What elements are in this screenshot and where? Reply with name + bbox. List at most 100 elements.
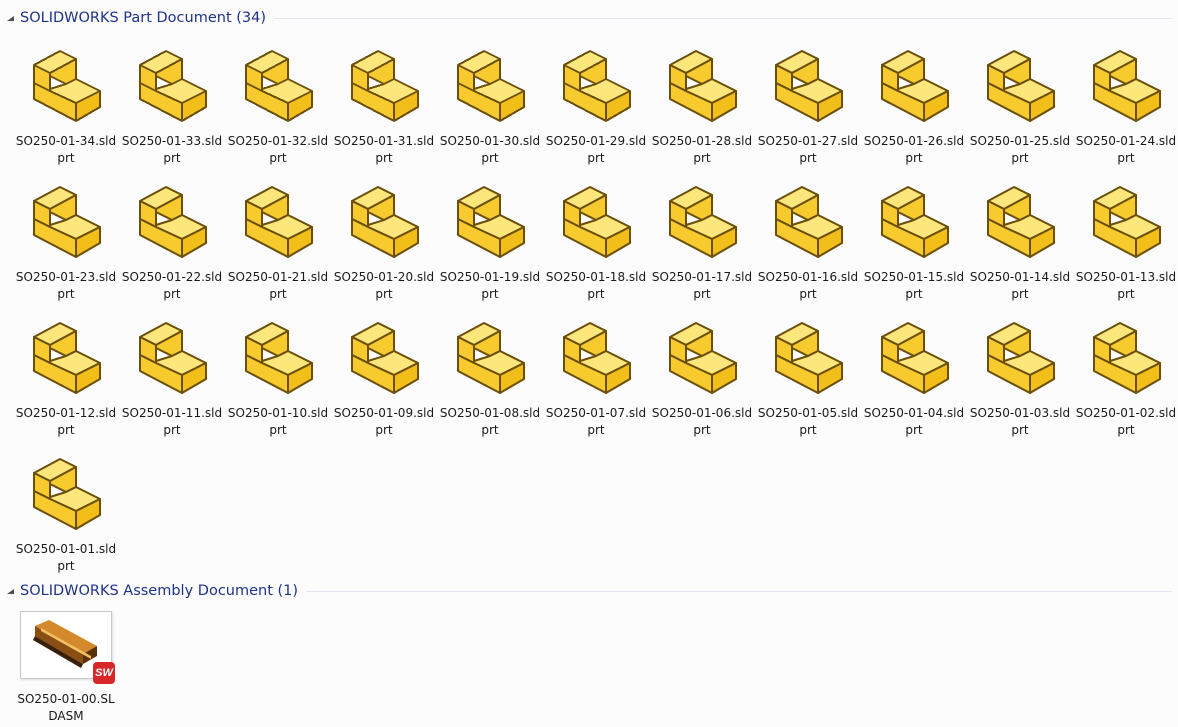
file-item-part[interactable]: SO250-01-03.sldprt: [967, 307, 1073, 443]
collapse-chevron-icon[interactable]: [6, 14, 15, 23]
group-divider: [306, 590, 1172, 592]
file-name-label: SO250-01-30.sldprt: [439, 134, 541, 165]
part-file-icon: [972, 308, 1068, 404]
assembly-file-icon: SW: [18, 597, 115, 693]
collapse-chevron-icon[interactable]: [6, 587, 15, 596]
group-divider: [274, 17, 1172, 19]
file-name-label: SO250-01-32.sldprt: [227, 134, 329, 165]
part-file-icon: [336, 36, 432, 132]
file-item-part[interactable]: SO250-01-13.sldprt: [1073, 171, 1178, 307]
file-item-part[interactable]: SO250-01-07.sldprt: [543, 307, 649, 443]
file-name-label: SO250-01-03.sldprt: [969, 406, 1071, 437]
file-item-part[interactable]: SO250-01-23.sldprt: [13, 171, 119, 307]
assembly-thumbnail: SW: [20, 611, 115, 684]
group-title: SOLIDWORKS Part Document (34): [20, 10, 267, 26]
file-name-label: SO250-01-17.sldprt: [651, 270, 753, 301]
part-file-icon: [866, 308, 962, 404]
file-item-part[interactable]: SO250-01-06.sldprt: [649, 307, 755, 443]
part-file-icon: [18, 36, 114, 132]
file-item-part[interactable]: SO250-01-17.sldprt: [649, 171, 755, 307]
file-item-assembly[interactable]: SW SO250-01-00.SLDASM: [13, 596, 119, 727]
file-name-label: SO250-01-29.sldprt: [545, 134, 647, 165]
file-name-label: SO250-01-13.sldprt: [1075, 270, 1177, 301]
part-file-icon: [760, 308, 856, 404]
file-name-label: SO250-01-27.sldprt: [757, 134, 859, 165]
file-item-part[interactable]: SO250-01-21.sldprt: [225, 171, 331, 307]
part-file-icon: [18, 444, 114, 540]
file-item-part[interactable]: SO250-01-11.sldprt: [119, 307, 225, 443]
file-item-part[interactable]: SO250-01-20.sldprt: [331, 171, 437, 307]
file-item-part[interactable]: SO250-01-02.sldprt: [1073, 307, 1178, 443]
file-name-label: SO250-01-11.sldprt: [121, 406, 223, 437]
part-file-icon: [760, 172, 856, 268]
file-name-label: SO250-01-14.sldprt: [969, 270, 1071, 301]
file-item-part[interactable]: SO250-01-31.sldprt: [331, 35, 437, 171]
file-item-part[interactable]: SO250-01-04.sldprt: [861, 307, 967, 443]
file-item-part[interactable]: SO250-01-10.sldprt: [225, 307, 331, 443]
file-item-part[interactable]: SO250-01-22.sldprt: [119, 171, 225, 307]
file-name-label: SO250-01-10.sldprt: [227, 406, 329, 437]
part-file-icon: [1078, 36, 1174, 132]
file-item-part[interactable]: SO250-01-18.sldprt: [543, 171, 649, 307]
file-grid-parts: SO250-01-34.sldprt SO250-01-33.sldprt SO25…: [13, 35, 1178, 579]
part-file-icon: [548, 308, 644, 404]
file-name-label: SO250-01-24.sldprt: [1075, 134, 1177, 165]
file-item-part[interactable]: SO250-01-19.sldprt: [437, 171, 543, 307]
part-file-icon: [230, 36, 326, 132]
file-item-part[interactable]: SO250-01-09.sldprt: [331, 307, 437, 443]
file-name-label: SO250-01-22.sldprt: [121, 270, 223, 301]
part-file-icon: [336, 308, 432, 404]
part-file-icon: [1078, 172, 1174, 268]
part-file-icon: [336, 172, 432, 268]
file-item-part[interactable]: SO250-01-05.sldprt: [755, 307, 861, 443]
file-item-part[interactable]: SO250-01-12.sldprt: [13, 307, 119, 443]
file-item-part[interactable]: SO250-01-14.sldprt: [967, 171, 1073, 307]
part-file-icon: [1078, 308, 1174, 404]
file-item-part[interactable]: SO250-01-32.sldprt: [225, 35, 331, 171]
part-file-icon: [124, 308, 220, 404]
file-item-part[interactable]: SO250-01-29.sldprt: [543, 35, 649, 171]
file-name-label: SO250-01-02.sldprt: [1075, 406, 1177, 437]
part-file-icon: [548, 172, 644, 268]
part-file-icon: [972, 36, 1068, 132]
file-name-label: SO250-01-20.sldprt: [333, 270, 435, 301]
part-file-icon: [760, 36, 856, 132]
part-file-icon: [230, 308, 326, 404]
file-item-part[interactable]: SO250-01-26.sldprt: [861, 35, 967, 171]
file-item-part[interactable]: SO250-01-01.sldprt: [13, 443, 119, 579]
file-name-label: SO250-01-28.sldprt: [651, 134, 753, 165]
part-file-icon: [442, 172, 538, 268]
file-item-part[interactable]: SO250-01-16.sldprt: [755, 171, 861, 307]
file-name-label: SO250-01-15.sldprt: [863, 270, 965, 301]
file-item-part[interactable]: SO250-01-27.sldprt: [755, 35, 861, 171]
file-item-part[interactable]: SO250-01-24.sldprt: [1073, 35, 1178, 171]
part-file-icon: [654, 36, 750, 132]
file-name-label: SO250-01-06.sldprt: [651, 406, 753, 437]
group-header-parts[interactable]: SOLIDWORKS Part Document (34): [0, 7, 1178, 29]
file-name-label: SO250-01-01.sldprt: [15, 542, 117, 573]
file-name-label: SO250-01-16.sldprt: [757, 270, 859, 301]
file-item-part[interactable]: SO250-01-15.sldprt: [861, 171, 967, 307]
file-grid-assemblies: SW SO250-01-00.SLDASM: [13, 596, 1178, 727]
file-item-part[interactable]: SO250-01-33.sldprt: [119, 35, 225, 171]
file-item-part[interactable]: SO250-01-25.sldprt: [967, 35, 1073, 171]
file-name-label: SO250-01-33.sldprt: [121, 134, 223, 165]
file-name-label: SO250-01-09.sldprt: [333, 406, 435, 437]
file-item-part[interactable]: SO250-01-30.sldprt: [437, 35, 543, 171]
file-item-part[interactable]: SO250-01-08.sldprt: [437, 307, 543, 443]
file-name-label: SO250-01-18.sldprt: [545, 270, 647, 301]
part-file-icon: [866, 172, 962, 268]
file-name-label: SO250-01-19.sldprt: [439, 270, 541, 301]
file-name-label: SO250-01-23.sldprt: [15, 270, 117, 301]
file-name-label: SO250-01-12.sldprt: [15, 406, 117, 437]
file-item-part[interactable]: SO250-01-28.sldprt: [649, 35, 755, 171]
part-file-icon: [442, 36, 538, 132]
file-item-part[interactable]: SO250-01-34.sldprt: [13, 35, 119, 171]
part-file-icon: [230, 172, 326, 268]
file-name-label: SO250-01-08.sldprt: [439, 406, 541, 437]
part-file-icon: [124, 172, 220, 268]
part-file-icon: [654, 308, 750, 404]
part-file-icon: [124, 36, 220, 132]
file-name-label: SO250-01-25.sldprt: [969, 134, 1071, 165]
file-name-label: SO250-01-26.sldprt: [863, 134, 965, 165]
